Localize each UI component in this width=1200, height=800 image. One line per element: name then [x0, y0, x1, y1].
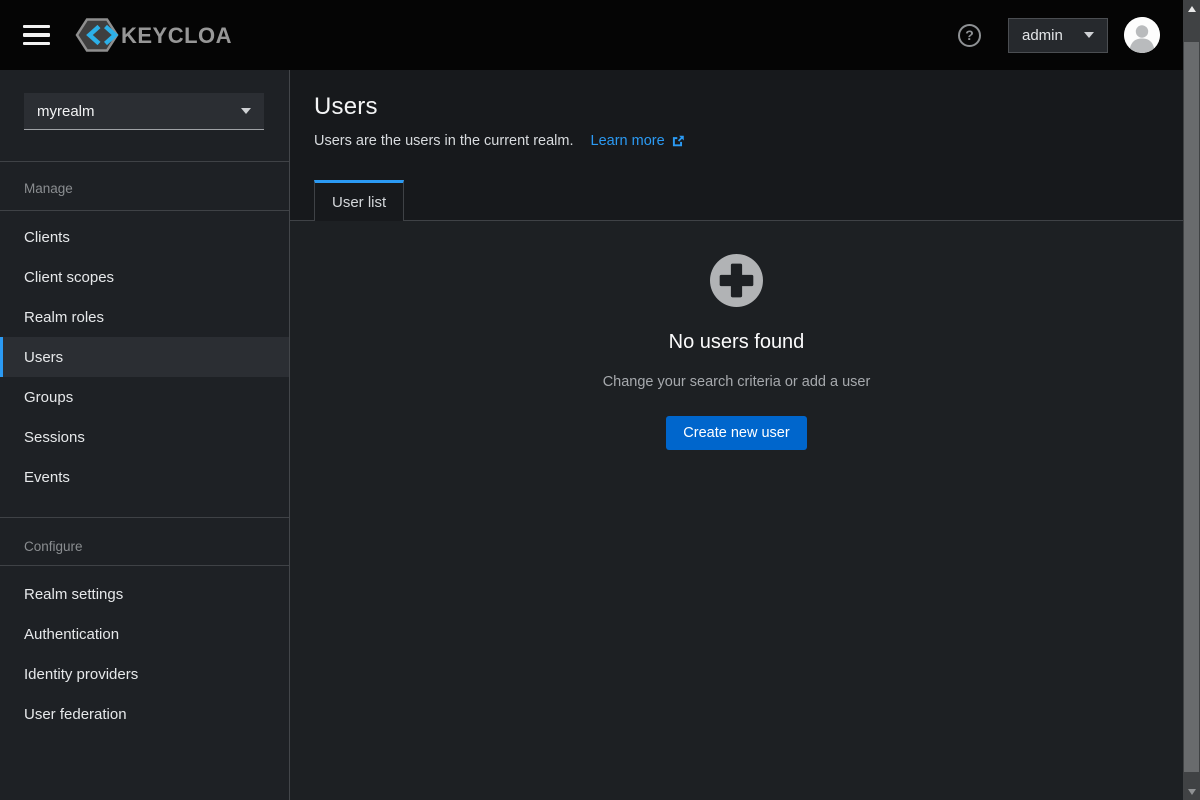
nav-configure: Realm settings Authentication Identity p…	[0, 574, 289, 734]
external-link-icon	[671, 134, 685, 148]
sidebar: myrealm Manage Clients Client scopes Rea…	[0, 70, 290, 800]
tab-label: User list	[332, 194, 386, 211]
sidebar-item-clients[interactable]: Clients	[0, 217, 289, 257]
empty-state-title: No users found	[669, 331, 805, 354]
tab-bar: User list	[290, 180, 1183, 221]
scrollbar-thumb[interactable]	[1184, 42, 1199, 772]
keycloak-admin-console: KEYCLOAK ? admin myrealm	[0, 0, 1200, 800]
arrow-up-icon	[1188, 6, 1196, 12]
user-menu-label: admin	[1022, 27, 1063, 44]
tab-user-list[interactable]: User list	[314, 180, 404, 221]
section-label-configure: Configure	[24, 539, 83, 554]
realm-selector-value: myrealm	[37, 103, 95, 120]
sidebar-item-sessions[interactable]: Sessions	[0, 417, 289, 457]
vertical-scrollbar[interactable]	[1183, 0, 1200, 800]
create-new-user-button[interactable]: Create new user	[666, 416, 806, 450]
logo-hexagon	[77, 20, 117, 51]
masthead: KEYCLOAK ? admin	[0, 0, 1183, 70]
sidebar-item-label: Users	[24, 349, 63, 366]
user-avatar-icon	[1124, 17, 1160, 53]
user-menu-dropdown[interactable]: admin	[1008, 18, 1108, 53]
chevron-down-icon	[241, 108, 251, 114]
tab-content: No users found Change your search criter…	[290, 221, 1183, 800]
sidebar-item-events[interactable]: Events	[0, 457, 289, 497]
divider	[0, 161, 289, 162]
brand-text: KEYCLOAK	[121, 23, 233, 48]
help-glyph: ?	[965, 28, 974, 42]
divider	[0, 517, 289, 518]
sidebar-item-groups[interactable]: Groups	[0, 377, 289, 417]
sidebar-item-realm-roles[interactable]: Realm roles	[0, 297, 289, 337]
arrow-down-icon	[1188, 789, 1196, 795]
divider	[0, 210, 289, 211]
plus-circle-icon	[710, 254, 763, 307]
page-header-band: Users Users are the users in the current…	[290, 70, 1183, 221]
section-label-manage: Manage	[24, 181, 73, 196]
scrollbar-up-button[interactable]	[1183, 0, 1200, 17]
learn-more-link[interactable]: Learn more	[591, 133, 685, 149]
sidebar-item-label: Authentication	[24, 626, 119, 643]
nav-manage: Clients Client scopes Realm roles Users …	[0, 217, 289, 497]
page-subtitle-row: Users are the users in the current realm…	[314, 131, 1159, 151]
sidebar-item-label: Realm settings	[24, 586, 123, 603]
masthead-actions: ? admin	[958, 17, 1160, 53]
sidebar-item-label: Identity providers	[24, 666, 138, 683]
page-subtitle: Users are the users in the current realm…	[314, 133, 574, 149]
main-content: Users Users are the users in the current…	[290, 70, 1183, 800]
sidebar-item-label: Clients	[24, 229, 70, 246]
realm-selector[interactable]: myrealm	[24, 93, 264, 130]
divider	[0, 565, 289, 566]
sidebar-item-realm-settings[interactable]: Realm settings	[0, 574, 289, 614]
empty-state-description: Change your search criteria or add a use…	[603, 374, 871, 390]
sidebar-item-label: Realm roles	[24, 309, 104, 326]
sidebar-item-user-federation[interactable]: User federation	[0, 694, 289, 734]
sidebar-item-identity-providers[interactable]: Identity providers	[0, 654, 289, 694]
sidebar-item-authentication[interactable]: Authentication	[0, 614, 289, 654]
empty-state: No users found Change your search criter…	[290, 221, 1183, 450]
sidebar-item-users[interactable]: Users	[0, 337, 289, 377]
sidebar-item-label: User federation	[24, 706, 127, 723]
keycloak-logo: KEYCLOAK	[75, 15, 233, 55]
sidebar-item-client-scopes[interactable]: Client scopes	[0, 257, 289, 297]
avatar[interactable]	[1124, 17, 1160, 53]
chevron-down-icon	[1084, 32, 1094, 38]
learn-more-label: Learn more	[591, 133, 665, 149]
page-header: Users Users are the users in the current…	[290, 92, 1183, 151]
sidebar-item-label: Groups	[24, 389, 73, 406]
help-icon[interactable]: ?	[958, 24, 981, 47]
sidebar-item-label: Client scopes	[24, 269, 114, 286]
sidebar-item-label: Sessions	[24, 429, 85, 446]
hamburger-menu-icon[interactable]	[23, 25, 50, 46]
scrollbar-down-button[interactable]	[1183, 783, 1200, 800]
page-title: Users	[314, 92, 1159, 122]
sidebar-item-label: Events	[24, 469, 70, 486]
